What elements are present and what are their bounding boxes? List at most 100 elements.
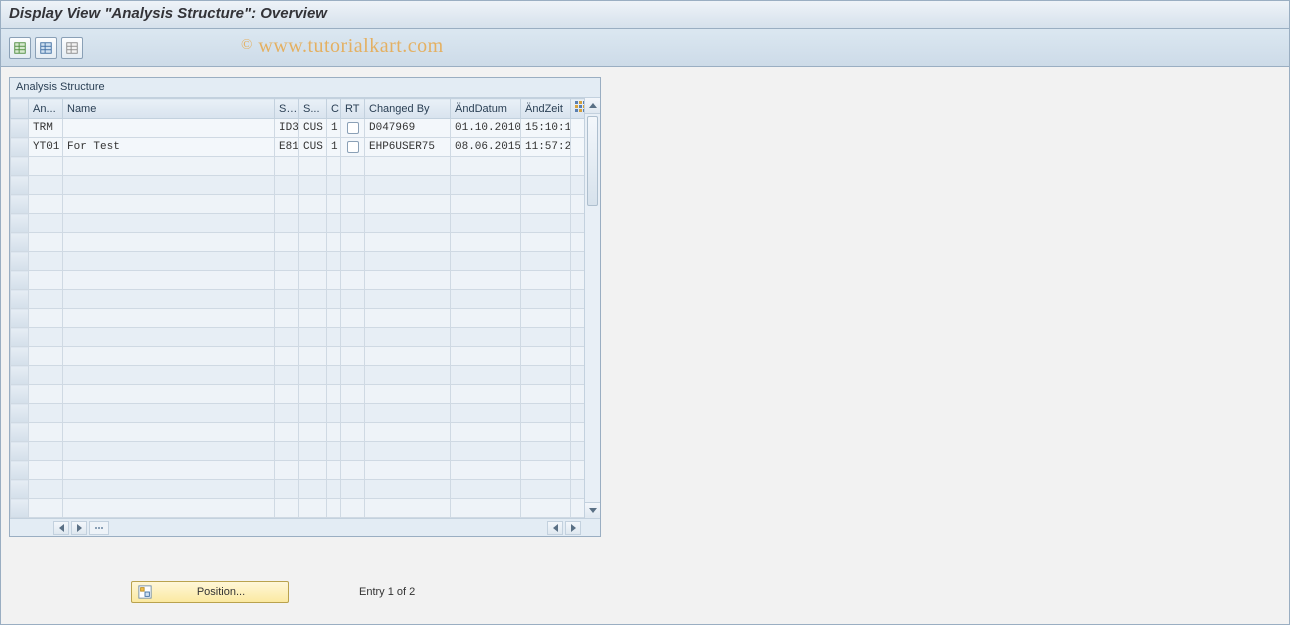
row-selector[interactable]: [11, 404, 29, 423]
cell-c: 1: [327, 138, 341, 157]
table-row: [11, 499, 585, 518]
col-configure[interactable]: [571, 99, 585, 119]
hscroll-right-col-button[interactable]: [71, 521, 87, 535]
table-select-icon: [13, 41, 27, 55]
hscroll-left-button[interactable]: [547, 521, 563, 535]
row-selector[interactable]: [11, 157, 29, 176]
scroll-up-button[interactable]: [585, 98, 600, 114]
row-selector[interactable]: [11, 119, 29, 138]
table-row: [11, 195, 585, 214]
table-all-icon: [39, 41, 53, 55]
row-selector[interactable]: [11, 347, 29, 366]
alv-panel: Analysis Structure: [9, 77, 601, 537]
col-and-zeit[interactable]: ÄndZeit: [521, 99, 571, 119]
vertical-scrollbar[interactable]: [584, 98, 600, 518]
row-selector[interactable]: [11, 176, 29, 195]
cell-an: YT01: [29, 138, 63, 157]
table-row: [11, 366, 585, 385]
col-rt[interactable]: RT: [341, 99, 365, 119]
row-selector[interactable]: [11, 214, 29, 233]
row-selector[interactable]: [11, 461, 29, 480]
table-row: [11, 271, 585, 290]
cell-name: [63, 119, 275, 138]
cell-name: For Test: [63, 138, 275, 157]
hscroll-right-button[interactable]: [565, 521, 581, 535]
watermark-text: © © www.tutorialkart.comwww.tutorialkart…: [241, 35, 444, 58]
panel-title: Analysis Structure: [10, 78, 600, 98]
scroll-down-button[interactable]: [585, 502, 600, 518]
scroll-thumb[interactable]: [587, 116, 598, 206]
cell-c: 1: [327, 119, 341, 138]
chevron-left-icon: [553, 524, 558, 532]
chevron-right-icon: [571, 524, 576, 532]
table-row: [11, 157, 585, 176]
chevron-right-icon: [77, 524, 82, 532]
footer: Position... Entry 1 of 2: [1, 581, 1289, 603]
table-row: [11, 252, 585, 271]
col-s2[interactable]: S...: [299, 99, 327, 119]
row-selector[interactable]: [11, 252, 29, 271]
col-select-all[interactable]: [11, 99, 29, 119]
table-row: [11, 309, 585, 328]
table-row: [11, 442, 585, 461]
table-row: [11, 176, 585, 195]
cell-and-datum: 01.10.2010: [451, 119, 521, 138]
page-title: Display View "Analysis Structure": Overv…: [9, 5, 1281, 22]
row-selector[interactable]: [11, 366, 29, 385]
table-row: [11, 347, 585, 366]
table-row: [11, 290, 585, 309]
col-s1[interactable]: S...: [275, 99, 299, 119]
chevron-down-icon: [589, 508, 597, 513]
table-deselect-icon: [65, 41, 79, 55]
row-selector[interactable]: [11, 385, 29, 404]
cell-s2: CUS: [299, 119, 327, 138]
cell-rt[interactable]: [341, 138, 365, 157]
row-selector[interactable]: [11, 480, 29, 499]
row-selector[interactable]: [11, 309, 29, 328]
col-and-datum[interactable]: ÄndDatum: [451, 99, 521, 119]
cell-cfg: [571, 119, 585, 138]
checkbox-icon: [347, 141, 359, 153]
chevron-left-icon: [59, 524, 64, 532]
table-row: [11, 328, 585, 347]
hscroll-track-left[interactable]: [89, 521, 109, 535]
cell-and-zeit: 15:10:1: [521, 119, 571, 138]
position-button[interactable]: Position...: [131, 581, 289, 603]
row-selector[interactable]: [11, 423, 29, 442]
table-row[interactable]: YT01For TestE81CUS1EHP6USER7508.06.20151…: [11, 138, 585, 157]
col-changed-by[interactable]: Changed By: [365, 99, 451, 119]
toolbar: © © www.tutorialkart.comwww.tutorialkart…: [1, 29, 1289, 67]
scroll-track[interactable]: [585, 114, 600, 502]
row-selector[interactable]: [11, 233, 29, 252]
col-c[interactable]: C: [327, 99, 341, 119]
row-selector[interactable]: [11, 195, 29, 214]
toolbar-button-3[interactable]: [61, 37, 83, 59]
row-selector[interactable]: [11, 499, 29, 518]
cell-rt[interactable]: [341, 119, 365, 138]
cell-s2: CUS: [299, 138, 327, 157]
row-selector[interactable]: [11, 290, 29, 309]
row-selector[interactable]: [11, 442, 29, 461]
col-name[interactable]: Name: [63, 99, 275, 119]
row-selector[interactable]: [11, 138, 29, 157]
row-selector[interactable]: [11, 271, 29, 290]
row-selector[interactable]: [11, 328, 29, 347]
configure-columns-icon: [575, 101, 584, 113]
toolbar-button-2[interactable]: [35, 37, 57, 59]
chevron-up-icon: [589, 103, 597, 108]
horizontal-scrollbar: [10, 518, 600, 536]
checkbox-icon: [347, 122, 359, 134]
toolbar-button-1[interactable]: [9, 37, 31, 59]
cell-an: TRM: [29, 119, 63, 138]
hscroll-left-col-button[interactable]: [53, 521, 69, 535]
data-table: An... Name S... S... C RT Changed By Änd…: [10, 98, 584, 518]
app-window: Display View "Analysis Structure": Overv…: [0, 0, 1290, 625]
col-an[interactable]: An...: [29, 99, 63, 119]
position-icon: [138, 585, 152, 599]
table-row: [11, 423, 585, 442]
table-row: [11, 461, 585, 480]
title-bar: Display View "Analysis Structure": Overv…: [1, 1, 1289, 29]
entry-count-text: Entry 1 of 2: [359, 586, 415, 598]
table-row[interactable]: TRMID3CUS1D04796901.10.201015:10:1: [11, 119, 585, 138]
cell-cfg: [571, 138, 585, 157]
